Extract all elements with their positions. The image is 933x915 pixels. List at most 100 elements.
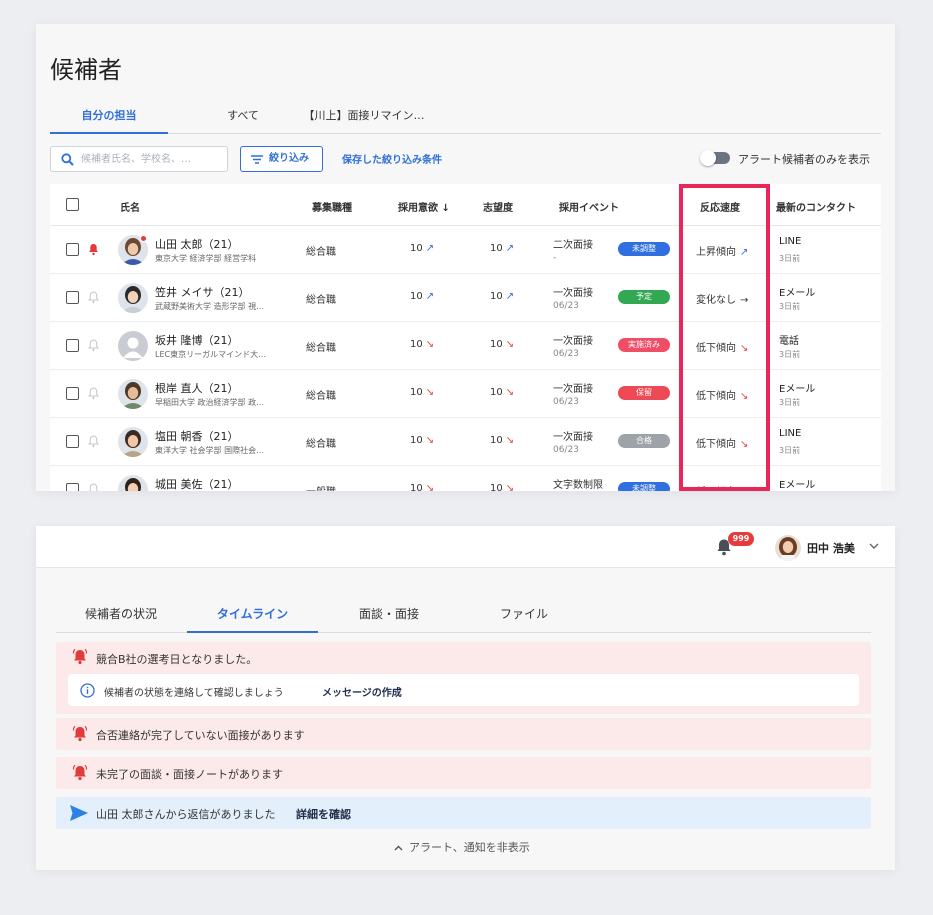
candidate-name[interactable]: 笠井 メイサ（21） <box>155 284 250 300</box>
create-message-link[interactable]: メッセージの作成 <box>322 684 402 699</box>
row-checkbox[interactable] <box>66 243 79 256</box>
alert-suggestion: 候補者の状態を連絡して確認しましょう メッセージの作成 <box>68 674 859 706</box>
latest-contact: LINE <box>779 428 802 439</box>
header-motivation[interactable]: 採用意欲 ↓ <box>398 199 450 214</box>
avatar <box>118 283 148 313</box>
search-icon <box>61 153 74 166</box>
trend-arrow-icon: ↘ <box>425 435 435 446</box>
status-badge: 予定 <box>618 290 670 304</box>
saved-filters-link[interactable]: 保存した絞り込み条件 <box>342 151 442 166</box>
trend-arrow-icon: ↘ <box>505 435 515 446</box>
top-bar: 999 田中 浩美 <box>36 526 895 568</box>
header-name: 氏名 <box>120 203 140 214</box>
status-badge: 未調整 <box>618 242 670 256</box>
event-name: 一次面接 <box>553 432 593 443</box>
row-checkbox[interactable] <box>66 339 79 352</box>
bell-outline-icon[interactable] <box>88 339 99 352</box>
alert-bell-icon[interactable] <box>88 243 99 256</box>
view-details-link[interactable]: 詳細を確認 <box>296 806 351 822</box>
candidate-name[interactable]: 坂井 隆博（21） <box>155 332 239 348</box>
bell-outline-icon[interactable] <box>88 387 99 400</box>
candidate-name[interactable]: 塩田 朝香（21） <box>155 428 239 444</box>
latest-contact: Eメール <box>779 384 816 395</box>
row-checkbox[interactable] <box>66 435 79 448</box>
motivation-value: 10 ↘ <box>410 435 435 446</box>
tab-interview-reminder[interactable]: 【川上】面接リマイン… <box>294 104 434 134</box>
trend-arrow-icon: ↘ <box>425 339 435 350</box>
info-icon <box>80 683 95 698</box>
reply-notification-text: 山田 太郎さんから返信がありました <box>96 808 276 821</box>
row-checkbox[interactable] <box>66 291 79 304</box>
tab-my-candidates[interactable]: 自分の担当 <box>50 104 168 134</box>
candidate-name[interactable]: 城田 美佐（21） <box>155 476 239 491</box>
page-title: 候補者 <box>50 56 122 84</box>
filter-button-label: 絞り込み <box>269 153 309 164</box>
filter-icon <box>251 155 263 164</box>
event-date: 06/23 <box>553 301 579 311</box>
user-name[interactable]: 田中 浩美 <box>807 540 855 556</box>
avatar <box>118 427 148 457</box>
header-contact: 最新のコンタクト <box>776 203 856 214</box>
tab-all[interactable]: すべて <box>198 104 288 134</box>
alert-only-toggle[interactable] <box>700 150 730 166</box>
desire-value: 10 ↘ <box>490 435 515 446</box>
tab-timeline[interactable]: タイムライン <box>187 600 318 633</box>
tab-interviews[interactable]: 面談・面接 <box>332 600 446 633</box>
status-badge: 保留 <box>618 386 670 400</box>
reply-notification: 山田 太郎さんから返信がありました 詳細を確認 <box>56 797 871 829</box>
avatar <box>118 379 148 409</box>
trend-arrow-icon: ↗ <box>425 291 435 302</box>
event-name: 一次面接 <box>553 288 593 299</box>
event-name: 二次面接 <box>553 240 593 251</box>
alert-competitor-selection: 競合B社の選考日となりました。 候補者の状態を連絡して確認しましょう メッセージ… <box>56 642 871 714</box>
status-badge: 合格 <box>618 434 670 448</box>
alert-text: 合否連絡が完了していない面接があります <box>96 729 305 742</box>
candidate-school: 東京大学 経済学部 経営学科 <box>155 254 257 263</box>
chevron-down-icon[interactable] <box>869 543 879 550</box>
candidate-school: 早稲田大学 政治経済学部 政… <box>155 398 265 407</box>
latest-contact: Eメール <box>779 480 816 491</box>
select-all-checkbox[interactable] <box>66 198 79 211</box>
job-type: 総合職 <box>306 391 336 402</box>
hide-alerts-link[interactable]: アラート、通知を非表示 <box>394 839 530 855</box>
avatar <box>118 475 148 491</box>
alert-text: 未完了の面談・面接ノートがあります <box>96 768 283 781</box>
candidate-name[interactable]: 山田 太郎（21） <box>155 236 239 252</box>
hide-alerts-label: アラート、通知を非表示 <box>409 841 530 854</box>
row-checkbox[interactable] <box>66 483 79 491</box>
event-date: 06/23 <box>553 445 579 455</box>
latest-contact-time: 3日前 <box>779 398 801 407</box>
desire-value: 10 ↗ <box>490 291 515 302</box>
filter-button[interactable]: 絞り込み <box>240 146 323 172</box>
alert-suggestion-text: 候補者の状態を連絡して確認しましょう <box>104 688 284 699</box>
bell-outline-icon[interactable] <box>88 291 99 304</box>
candidate-school: 武蔵野美術大学 造形学部 視… <box>155 302 265 311</box>
event-name: 文字数制限 <box>553 480 603 491</box>
user-avatar[interactable] <box>775 535 801 561</box>
event-date: 06/23 <box>553 397 579 407</box>
tab-candidate-status[interactable]: 候補者の状況 <box>66 600 176 633</box>
alert-incomplete-notes: 未完了の面談・面接ノートがあります <box>56 757 871 789</box>
candidate-name[interactable]: 根岸 直人（21） <box>155 380 239 396</box>
alert-text: 競合B社の選考日となりました。 <box>96 653 258 666</box>
job-type: 総合職 <box>306 247 336 258</box>
header-event: 採用イベント <box>559 203 619 214</box>
response-speed-highlight <box>679 184 770 491</box>
bell-outline-icon[interactable] <box>88 483 99 491</box>
candidate-tabs: 自分の担当 すべて 【川上】面接リマイン… <box>50 104 881 134</box>
bell-outline-icon[interactable] <box>88 435 99 448</box>
notification-count-badge: 999 <box>728 532 754 546</box>
alert-bell-icon <box>72 764 88 781</box>
desire-value: 10 ↘ <box>490 483 514 491</box>
latest-contact-time: 3日前 <box>779 350 801 359</box>
trend-arrow-icon: ↗ <box>425 243 435 254</box>
job-type: 総合職 <box>306 343 336 354</box>
header-desire[interactable]: 志望度 <box>483 199 513 214</box>
motivation-value: 10 ↘ <box>410 483 434 491</box>
tab-files[interactable]: ファイル <box>474 600 574 633</box>
row-checkbox[interactable] <box>66 387 79 400</box>
trend-arrow-icon: ↘ <box>425 387 435 398</box>
search-input[interactable] <box>81 150 223 168</box>
latest-contact: Eメール <box>779 288 816 299</box>
desire-value: 10 ↘ <box>490 387 515 398</box>
